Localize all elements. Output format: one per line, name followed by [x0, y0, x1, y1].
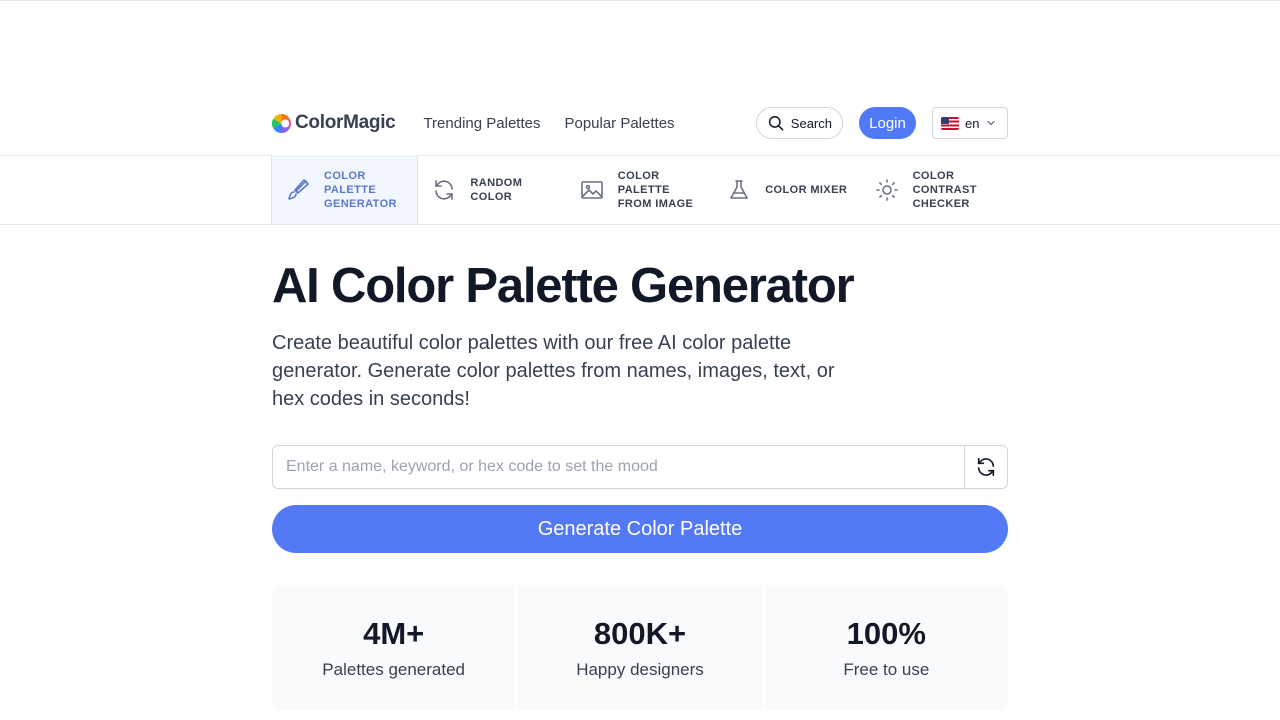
- sun-icon: [875, 179, 898, 201]
- brush-icon: [288, 179, 309, 200]
- stat-value: 800K+: [593, 615, 687, 651]
- site-header: ColorMagic Trending Palettes Popular Pal…: [272, 107, 1008, 139]
- tab-color-palette-generator[interactable]: COLOR PALETTE GENERATOR: [271, 155, 419, 225]
- header-actions: Search Login en: [756, 107, 1008, 139]
- tabs-divider: [0, 224, 1280, 225]
- search-icon: [768, 115, 784, 131]
- tab-random-color[interactable]: RANDOM COLOR: [418, 155, 565, 225]
- mood-input-group: [272, 445, 1008, 489]
- nav-popular-palettes[interactable]: Popular Palettes: [564, 115, 674, 132]
- flask-icon: [730, 180, 748, 199]
- us-flag-icon: [941, 116, 959, 130]
- stat-label: Free to use: [843, 659, 930, 679]
- stat-card: 100% Free to use: [764, 585, 1008, 710]
- stat-value: 4M+: [363, 615, 425, 651]
- logo-text: ColorMagic: [295, 112, 396, 133]
- stat-value: 100%: [846, 615, 926, 651]
- stat-label: Palettes generated: [322, 659, 466, 679]
- tab-label: COLOR PALETTE GENERATOR: [324, 170, 397, 210]
- tab-label: COLOR PALETTE FROM IMAGE: [617, 170, 694, 210]
- chevron-down-icon: [987, 120, 996, 126]
- nav-trending-palettes[interactable]: Trending Palettes: [423, 115, 540, 132]
- logo[interactable]: ColorMagic: [272, 112, 396, 134]
- language-code: en: [965, 115, 980, 131]
- top-border: [0, 0, 1280, 1]
- search-button-label: Search: [790, 115, 832, 131]
- language-selector[interactable]: en: [932, 107, 1008, 139]
- tab-label: COLOR CONTRAST CHECKER: [912, 170, 977, 210]
- tab-label: COLOR MIXER: [765, 184, 848, 196]
- generate-palette-button[interactable]: Generate Color Palette: [272, 505, 1008, 553]
- image-icon: [580, 181, 603, 199]
- search-button[interactable]: Search: [756, 107, 843, 139]
- main-nav: Trending Palettes Popular Palettes: [423, 115, 674, 132]
- random-keyword-button[interactable]: [964, 446, 1007, 488]
- stats-row: 4M+ Palettes generated 800K+ Happy desig…: [272, 585, 1008, 710]
- refresh-icon: [435, 180, 454, 200]
- tab-color-mixer[interactable]: COLOR MIXER: [713, 155, 860, 225]
- tab-color-contrast-checker[interactable]: COLOR CONTRAST CHECKER: [861, 155, 1008, 225]
- stat-card: 4M+ Palettes generated: [272, 585, 516, 710]
- mood-input[interactable]: [273, 446, 964, 488]
- page-subtitle: Create beautiful color palettes with our…: [272, 332, 835, 410]
- tool-tabs: COLOR PALETTE GENERATOR RANDOM COLOR COL…: [271, 155, 1008, 225]
- colormagic-logo-icon: [272, 113, 291, 133]
- refresh-icon: [977, 457, 995, 477]
- page-title: AI Color Palette Generator: [272, 259, 855, 313]
- login-button[interactable]: Login: [859, 107, 916, 139]
- tab-label: RANDOM COLOR: [470, 177, 523, 203]
- stat-card: 800K+ Happy designers: [518, 585, 762, 710]
- stat-label: Happy designers: [576, 659, 704, 679]
- tab-color-palette-from-image[interactable]: COLOR PALETTE FROM IMAGE: [566, 155, 713, 225]
